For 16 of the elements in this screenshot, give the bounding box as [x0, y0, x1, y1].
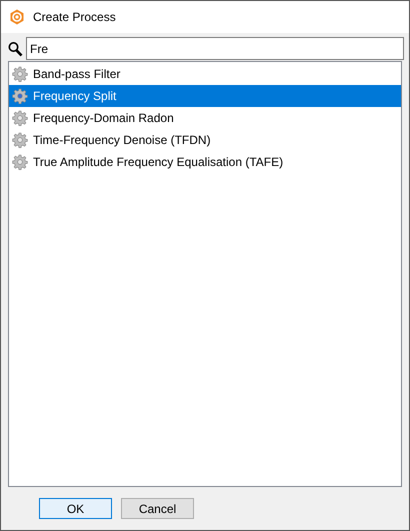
gear-icon — [12, 88, 28, 104]
process-item[interactable]: Frequency-Domain Radon — [9, 107, 401, 129]
process-item[interactable]: True Amplitude Frequency Equalisation (TAFE) — [9, 151, 401, 173]
cancel-button[interactable]: Cancel — [121, 498, 194, 519]
search-field[interactable]: Fre — [26, 37, 404, 60]
process-item[interactable]: Frequency Split — [9, 85, 401, 107]
gear-icon — [12, 66, 28, 82]
target-icon — [9, 9, 25, 25]
ok-button[interactable]: OK — [39, 498, 112, 519]
gear-icon — [12, 110, 28, 126]
search-icon — [8, 40, 23, 56]
window-title: Create Process — [33, 9, 116, 26]
gear-icon — [12, 132, 28, 148]
process-item[interactable]: Band-pass Filter — [9, 63, 401, 85]
process-item[interactable]: Time-Frequency Denoise (TFDN) — [9, 129, 401, 151]
gear-icon — [12, 154, 28, 170]
